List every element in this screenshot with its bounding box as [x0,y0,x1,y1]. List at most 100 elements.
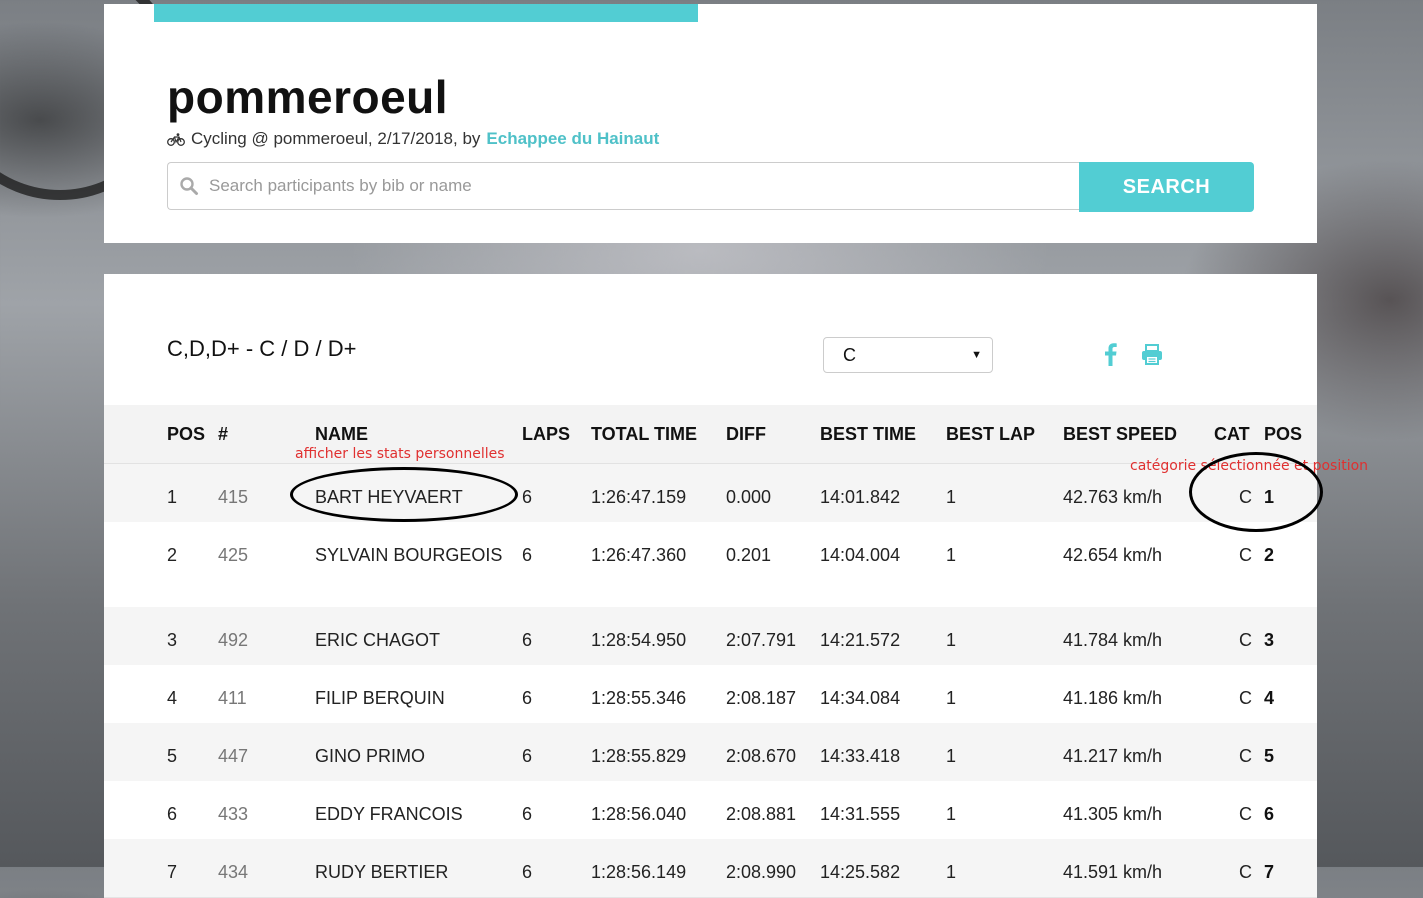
col-best-lap[interactable]: BEST LAP [946,424,1035,445]
search-icon [180,177,198,195]
cell-cat-pos: 4 [1264,688,1275,708]
cell-cat: C [1239,862,1252,882]
annotation-ellipse-name [290,467,518,522]
cell-total-time: 1:28:55.346 [591,688,687,708]
cell-name[interactable]: RUDY BERTIER [315,859,505,886]
col-diff[interactable]: DIFF [726,424,766,445]
cell-cat: C [1239,746,1252,766]
cell-pos: 6 [167,804,178,824]
results-table-header: POS # NAME LAPS TOTAL TIME DIFF BEST TIM… [104,405,1317,465]
cell-best-time: 14:34.084 [820,688,901,708]
cell-laps: 6 [522,804,533,824]
cell-bib: 447 [218,746,249,766]
cell-diff: 2:08.990 [726,862,797,882]
cell-bib: 434 [218,862,249,882]
cell-diff: 2:07.791 [726,630,797,650]
col-cat-pos[interactable]: POS [1264,424,1302,445]
col-total-time[interactable]: TOTAL TIME [591,424,697,445]
cell-best-lap: 1 [946,630,957,650]
cell-pos: 7 [167,862,178,882]
category-select-value: C [843,344,856,365]
cell-best-lap: 1 [946,545,957,565]
cell-total-time: 1:26:47.360 [591,545,687,565]
table-row[interactable]: 3 492 ERIC CHAGOT 6 1:28:54.950 2:07.791 14:21… [104,607,1317,666]
annotation-name-note: afficher les stats personnelles [295,446,505,462]
col-best-speed[interactable]: BEST SPEED [1063,424,1177,445]
cell-best-speed: 42.763 km/h [1063,487,1163,507]
cell-pos: 4 [167,688,178,708]
search-bar: SEARCH [167,162,1254,212]
table-row[interactable]: 7 434 RUDY BERTIER 6 1:28:56.149 2:08.990 14:2… [104,839,1317,898]
cell-bib: 425 [218,545,249,565]
cell-laps: 6 [522,862,533,882]
organizer-link[interactable]: Echappee du Hainaut [486,129,659,149]
cell-best-time: 14:04.004 [820,545,901,565]
cell-name[interactable]: ERIC CHAGOT [315,627,505,654]
cell-best-lap: 1 [946,746,957,766]
cell-best-time: 14:25.582 [820,862,901,882]
cell-total-time: 1:28:56.149 [591,862,687,882]
cell-cat-pos: 5 [1264,746,1275,766]
cell-pos: 2 [167,545,178,565]
event-subtitle: Cycling @ pommeroeul, 2/17/2018, by Echa… [167,129,659,149]
cell-best-lap: 1 [946,487,957,507]
col-pos[interactable]: POS [167,424,205,445]
cell-name[interactable]: GINO PRIMO [315,743,505,770]
table-row[interactable]: 5 447 GINO PRIMO 6 1:28:55.829 2:08.670 14:33.… [104,723,1317,782]
col-laps[interactable]: LAPS [522,424,570,445]
page-title: pommeroeul [167,71,449,123]
cell-best-speed: 42.654 km/h [1063,545,1163,565]
cell-name[interactable]: EDDY FRANCOIS [315,801,505,828]
cell-bib: 433 [218,804,249,824]
search-input[interactable] [207,175,1051,197]
table-row[interactable]: 6 433 EDDY FRANCOIS 6 1:28:56.040 2:08.881 14:… [104,781,1317,840]
cell-pos: 1 [167,487,178,507]
cell-best-lap: 1 [946,862,957,882]
cell-best-speed: 41.591 km/h [1063,862,1163,882]
cell-best-time: 14:21.572 [820,630,901,650]
cell-total-time: 1:28:55.829 [591,746,687,766]
cell-cat-pos: 3 [1264,630,1275,650]
cell-diff: 2:08.881 [726,804,797,824]
cell-laps: 6 [522,630,533,650]
bicycle-icon [167,132,185,146]
table-row[interactable]: 4 411 FILIP BERQUIN 6 1:28:55.346 2:08.187 14:… [104,665,1317,724]
chevron-down-icon: ▼ [971,349,982,361]
cell-diff: 2:08.187 [726,688,797,708]
cell-diff: 2:08.670 [726,746,797,766]
facebook-share-icon[interactable] [1102,342,1118,366]
print-icon[interactable] [1141,344,1163,365]
cell-best-speed: 41.217 km/h [1063,746,1163,766]
cell-best-time: 14:31.555 [820,804,901,824]
cell-cat-pos: 6 [1264,804,1275,824]
cell-laps: 6 [522,688,533,708]
cell-total-time: 1:26:47.159 [591,487,687,507]
race-title: C,D,D+ - C / D / D+ [167,336,357,361]
table-row[interactable]: 2 425 SYLVAIN BOURGEOIS 6 1:26:47.360 0.201 14… [104,522,1317,608]
col-name[interactable]: NAME [315,424,368,445]
cell-pos: 5 [167,746,178,766]
cell-best-time: 14:33.418 [820,746,901,766]
cell-cat: C [1239,545,1252,565]
cell-bib: 415 [218,487,249,507]
cell-bib: 411 [218,688,247,708]
cell-name[interactable]: SYLVAIN BOURGEOIS [315,542,505,569]
cell-pos: 3 [167,630,178,650]
search-button[interactable]: SEARCH [1079,162,1254,212]
cell-name[interactable]: FILIP BERQUIN [315,685,505,712]
col-best-time[interactable]: BEST TIME [820,424,916,445]
cell-total-time: 1:28:54.950 [591,630,687,650]
category-select[interactable]: C ▼ [823,337,993,373]
cell-cat: C [1239,804,1252,824]
cell-cat-pos: 2 [1264,545,1275,565]
cell-best-time: 14:01.842 [820,487,901,507]
cell-laps: 6 [522,746,533,766]
cell-best-speed: 41.186 km/h [1063,688,1163,708]
col-bib[interactable]: # [218,424,228,445]
event-subtitle-text: Cycling @ pommeroeul, 2/17/2018, by [191,129,481,148]
col-cat[interactable]: CAT [1214,424,1250,445]
cell-best-lap: 1 [946,688,957,708]
accent-bar [154,4,698,22]
cell-best-speed: 41.784 km/h [1063,630,1163,650]
cell-best-lap: 1 [946,804,957,824]
